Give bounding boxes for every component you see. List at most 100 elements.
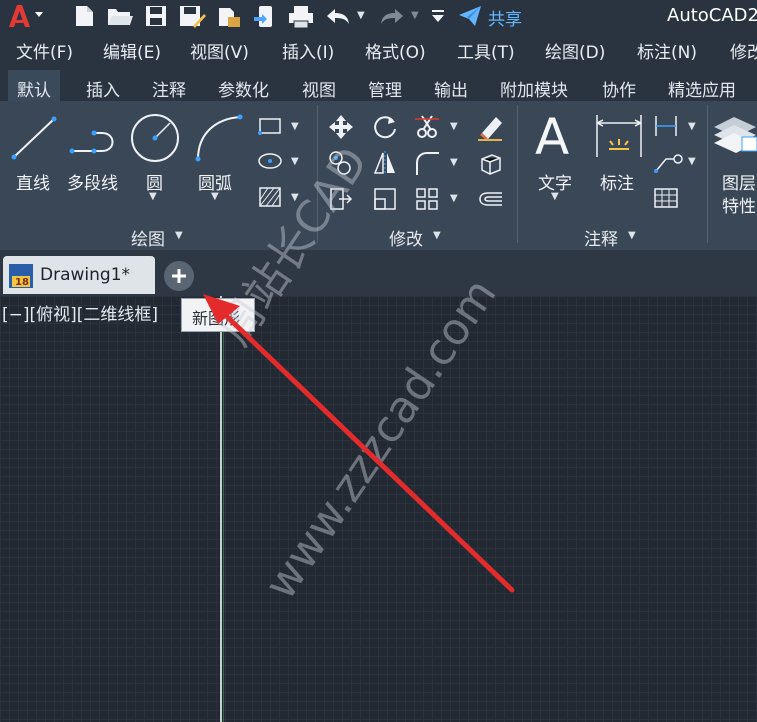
stretch-icon[interactable] — [327, 185, 355, 213]
dimension-label[interactable]: 标注 — [600, 169, 634, 194]
text-icon[interactable]: A — [535, 107, 569, 167]
open-web-icon[interactable] — [216, 4, 242, 30]
menu-bar: 文件(F) 编辑(E) 视图(V) 插入(I) 格式(O) 工具(T) 绘图(D… — [0, 33, 757, 67]
share-label[interactable]: 共享 — [488, 5, 522, 30]
draw-panel-dropdown-icon[interactable]: ▼ — [175, 230, 183, 241]
dwg-file-icon-text: 18 — [15, 277, 29, 288]
new-drawing-button[interactable] — [164, 261, 194, 291]
move-icon[interactable] — [327, 113, 355, 141]
panel-separator — [517, 105, 518, 243]
ribbon-panel: 直线 多段线 圆 ▼ 圆弧 ▼ ▼ ▼ ▼ 绘图 ▼ ▼ ▼ ▼ 修改 ▼ A … — [0, 101, 757, 250]
menu-insert[interactable]: 插入(I) — [282, 38, 334, 63]
tab-insert[interactable]: 插入 — [86, 76, 120, 101]
menu-modify[interactable]: 修改 — [730, 38, 757, 63]
explode-icon[interactable] — [476, 149, 504, 177]
leader-dropdown-icon[interactable]: ▼ — [688, 156, 696, 167]
table-icon[interactable] — [652, 185, 680, 211]
tab-view[interactable]: 视图 — [302, 76, 336, 101]
circle-dropdown-icon[interactable]: ▼ — [149, 191, 157, 202]
tooltip-text: 新图形 — [192, 309, 241, 328]
rotate-icon[interactable] — [371, 113, 399, 141]
open-folder-icon[interactable] — [106, 4, 134, 28]
trim-icon[interactable] — [413, 113, 441, 141]
hatch-dropdown-icon[interactable]: ▼ — [291, 192, 299, 203]
copy-icon[interactable] — [327, 149, 355, 177]
array-icon[interactable] — [413, 185, 441, 213]
save-icon[interactable] — [144, 4, 168, 28]
circle-icon[interactable] — [128, 111, 182, 165]
autocad-logo-icon — [9, 5, 43, 27]
axis-line-green — [223, 330, 224, 722]
line-label[interactable]: 直线 — [16, 169, 50, 194]
plus-icon — [172, 269, 186, 283]
panel-separator — [317, 105, 318, 243]
ribbon-tab-bar: 默认 插入 注释 参数化 视图 管理 输出 附加模块 协作 精选应用 — [0, 67, 757, 104]
tab-collaborate[interactable]: 协作 — [602, 76, 636, 101]
undo-icon[interactable] — [323, 4, 353, 30]
drawing-tab-label[interactable]: Drawing1* — [40, 265, 130, 285]
save-as-icon[interactable] — [178, 4, 206, 28]
undo-dropdown-icon[interactable]: ▼ — [357, 10, 365, 21]
scale-icon[interactable] — [371, 185, 399, 213]
linear-dimension-dropdown-icon[interactable]: ▼ — [688, 121, 696, 132]
menu-file[interactable]: 文件(F) — [16, 38, 73, 63]
erase-icon[interactable] — [476, 113, 504, 141]
rectangle-icon[interactable] — [257, 115, 283, 137]
redo-icon[interactable] — [377, 4, 407, 30]
new-file-icon[interactable] — [72, 4, 96, 28]
customize-qat-icon[interactable] — [430, 4, 446, 30]
fillet-icon[interactable] — [413, 149, 441, 177]
annotation-panel-dropdown-icon[interactable]: ▼ — [628, 230, 636, 241]
tab-output[interactable]: 输出 — [434, 76, 468, 101]
panel-separator — [707, 105, 708, 243]
plot-icon[interactable] — [287, 4, 315, 30]
text-dropdown-icon[interactable]: ▼ — [551, 191, 559, 202]
modify-panel-dropdown-icon[interactable]: ▼ — [433, 230, 441, 241]
menu-dimension[interactable]: 标注(N) — [637, 38, 697, 63]
save-web-icon[interactable] — [252, 4, 278, 30]
polyline-icon[interactable] — [68, 113, 124, 163]
mirror-icon[interactable] — [371, 149, 399, 177]
arc-dropdown-icon[interactable]: ▼ — [211, 191, 219, 202]
trim-dropdown-icon[interactable]: ▼ — [450, 121, 458, 132]
ellipse-icon[interactable] — [257, 150, 283, 172]
drawing-canvas[interactable] — [0, 296, 757, 722]
menu-view[interactable]: 视图(V) — [190, 38, 249, 63]
tab-addins[interactable]: 附加模块 — [500, 76, 568, 101]
arc-icon[interactable] — [192, 111, 246, 165]
polyline-label[interactable]: 多段线 — [67, 169, 118, 194]
drawing-tab[interactable]: 18 Drawing1* — [3, 256, 155, 294]
redo-dropdown-icon[interactable]: ▼ — [411, 10, 419, 21]
modify-panel-title[interactable]: 修改 — [389, 225, 423, 250]
menu-tools[interactable]: 工具(T) — [457, 38, 515, 63]
menu-draw[interactable]: 绘图(D) — [545, 38, 605, 63]
linear-dimension-icon[interactable] — [652, 114, 680, 138]
app-title: AutoCAD2 — [667, 5, 757, 26]
ellipse-dropdown-icon[interactable]: ▼ — [291, 156, 299, 167]
annotation-panel-title[interactable]: 注释 — [584, 225, 618, 250]
hatch-icon[interactable] — [257, 185, 283, 209]
tab-manage[interactable]: 管理 — [368, 76, 402, 101]
share-icon[interactable] — [457, 4, 483, 28]
line-icon[interactable] — [10, 113, 60, 163]
draw-panel-title[interactable]: 绘图 — [131, 225, 165, 250]
tab-featured-apps[interactable]: 精选应用 — [668, 76, 736, 101]
rectangle-dropdown-icon[interactable]: ▼ — [291, 121, 299, 132]
autocad-logo[interactable] — [6, 2, 46, 30]
offset-icon[interactable] — [476, 185, 504, 213]
tab-annotate[interactable]: 注释 — [152, 76, 186, 101]
menu-edit[interactable]: 编辑(E) — [103, 38, 161, 63]
menu-format[interactable]: 格式(O) — [365, 38, 426, 63]
array-dropdown-icon[interactable]: ▼ — [450, 193, 458, 204]
layer-properties-label-1[interactable]: 图层 — [722, 169, 756, 194]
fillet-dropdown-icon[interactable]: ▼ — [450, 157, 458, 168]
y-axis-line — [220, 296, 222, 722]
viewport-controls[interactable]: [−][俯视][二维线框] — [2, 300, 158, 325]
dimension-icon[interactable] — [593, 111, 645, 163]
layer-properties-icon[interactable] — [712, 109, 757, 161]
tab-home[interactable]: 默认 — [8, 70, 60, 104]
leader-icon[interactable] — [652, 149, 684, 175]
layer-properties-label-2[interactable]: 特性 — [722, 192, 756, 217]
title-bar: ▼ ▼ 共享 AutoCAD2 — [0, 0, 757, 33]
tab-parametric[interactable]: 参数化 — [218, 76, 269, 101]
